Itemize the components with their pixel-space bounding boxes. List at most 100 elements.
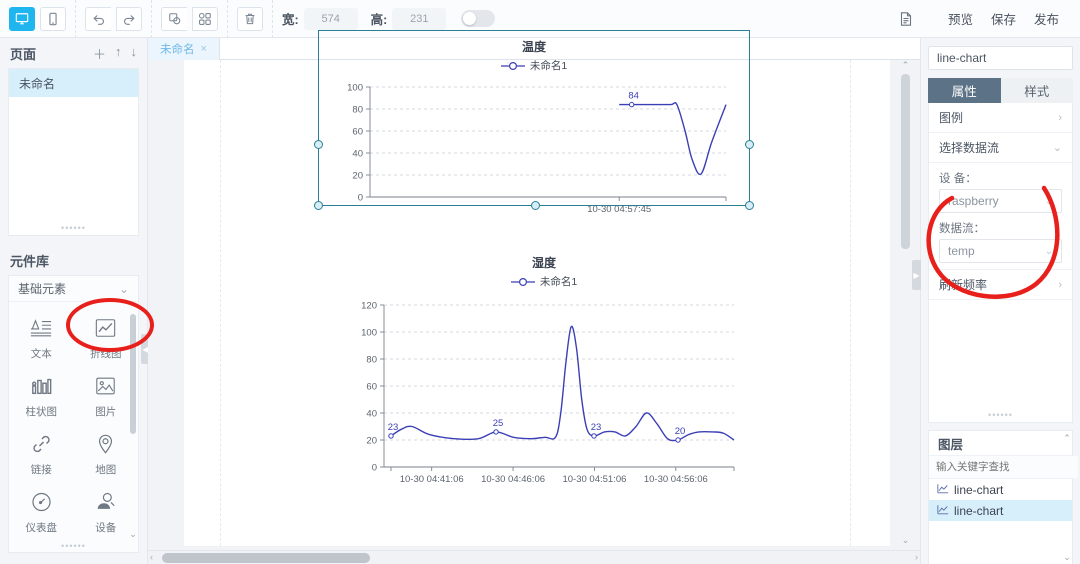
lock-toggle[interactable] bbox=[461, 10, 496, 27]
component-gauge[interactable]: 仪表盘 bbox=[9, 484, 74, 542]
component-label: 文本 bbox=[30, 348, 52, 360]
svg-text:10-30 04:56:06: 10-30 04:56:06 bbox=[644, 474, 708, 485]
chevron-right-icon: › bbox=[1058, 278, 1062, 291]
delete-group bbox=[228, 0, 273, 38]
link-icon bbox=[30, 433, 53, 458]
width-input[interactable] bbox=[303, 7, 358, 30]
stream-select[interactable]: temp ⌄ bbox=[939, 239, 1062, 263]
image-icon bbox=[94, 375, 117, 400]
pages-title: 页面 bbox=[10, 46, 37, 62]
chevron-down-icon: ⌄ bbox=[1052, 142, 1062, 154]
component-label: 柱状图 bbox=[25, 406, 58, 418]
chart-humidity[interactable]: 湿度 未命名1 0 20 40 60 80 100 120 10-30 04:41:06 10-… bbox=[334, 254, 754, 514]
library-scrollbar[interactable]: ⌃ ⌄ bbox=[129, 302, 137, 540]
scroll-up-icon[interactable]: ⌃ bbox=[901, 60, 910, 71]
arrow-down-icon[interactable]: ↓ bbox=[131, 44, 138, 63]
trash-icon[interactable] bbox=[237, 6, 263, 31]
canvas-vertical-scrollbar[interactable]: ⌃ ⌄ bbox=[901, 60, 910, 546]
selection-handle-bottom[interactable] bbox=[531, 201, 540, 210]
selection-frame[interactable] bbox=[318, 30, 750, 206]
component-text[interactable]: 文本 bbox=[9, 310, 74, 368]
undo-icon[interactable] bbox=[85, 6, 111, 31]
publish-button[interactable]: 发布 bbox=[1025, 5, 1068, 32]
library-box: 基础元素 ⌄ 文本 折线图 柱状图 图片 链接 地图 仪表盘 设备 ⌃ ⌄ ••… bbox=[8, 275, 139, 553]
preview-button[interactable]: 预览 bbox=[939, 5, 982, 32]
phone-icon[interactable] bbox=[40, 6, 66, 31]
group-icon[interactable] bbox=[161, 6, 187, 31]
page-item-label: 未命名 bbox=[19, 76, 56, 91]
chevron-down-icon: ⌄ bbox=[1044, 195, 1053, 207]
scroll-thumb[interactable] bbox=[901, 74, 910, 249]
resize-dots[interactable]: •••••• bbox=[9, 223, 138, 233]
library-category[interactable]: 基础元素 ⌄ bbox=[9, 276, 138, 302]
row-legend[interactable]: 图例 › bbox=[929, 103, 1072, 133]
chart-plot-area: 0 20 40 60 80 100 120 10-30 04:41:06 10-30 04:46… bbox=[334, 289, 754, 504]
layer-item[interactable]: line-chart bbox=[929, 479, 1072, 500]
layers-box: 图层 查找 line-chart line-char bbox=[928, 430, 1078, 564]
selection-handle-left[interactable] bbox=[314, 140, 323, 149]
height-input[interactable] bbox=[392, 7, 447, 30]
plus-icon[interactable]: ＋ bbox=[93, 44, 106, 63]
scroll-down-icon[interactable]: ⌄ bbox=[901, 535, 910, 546]
save-button[interactable]: 保存 bbox=[982, 5, 1025, 32]
scroll-thumb[interactable] bbox=[130, 314, 136, 434]
layers-scrollbar[interactable]: ⌃ ⌄ bbox=[1063, 433, 1071, 563]
guide-line-left bbox=[220, 60, 221, 546]
scroll-right-icon[interactable]: › bbox=[915, 552, 918, 562]
svg-text:40: 40 bbox=[366, 409, 377, 420]
tab-label: 未命名 bbox=[160, 44, 195, 56]
arrow-up-icon[interactable]: ↑ bbox=[115, 44, 122, 63]
tab-properties[interactable]: 属性 bbox=[928, 78, 1001, 103]
scroll-left-icon[interactable]: ‹ bbox=[150, 552, 153, 562]
svg-text:10-30 04:46:06: 10-30 04:46:06 bbox=[481, 474, 545, 485]
document-icon[interactable] bbox=[891, 6, 921, 32]
monitor-icon[interactable] bbox=[9, 6, 35, 31]
row-select-datastream[interactable]: 选择数据流 ⌄ bbox=[929, 133, 1072, 163]
gauge-icon bbox=[30, 491, 53, 516]
tab-untitled[interactable]: 未命名 × bbox=[148, 38, 220, 60]
svg-text:80: 80 bbox=[366, 355, 377, 366]
layers-search-input[interactable] bbox=[929, 456, 1078, 478]
row-refresh-frequency[interactable]: 刷新频率 › bbox=[929, 270, 1072, 300]
property-tabs: 属性 样式 bbox=[928, 78, 1073, 103]
scroll-down-icon[interactable]: ⌄ bbox=[1063, 552, 1071, 563]
component-bar-chart[interactable]: 柱状图 bbox=[9, 368, 74, 426]
redo-icon[interactable] bbox=[116, 6, 142, 31]
component-name-input[interactable] bbox=[928, 46, 1073, 70]
legend-label: 未命名1 bbox=[539, 276, 578, 288]
properties-box: 图例 › 选择数据流 ⌄ 设 备： raspberry ⌄ 数据流： temp … bbox=[928, 103, 1073, 423]
layers-search-row: 查找 bbox=[929, 455, 1078, 479]
library-resize-dots[interactable]: •••••• bbox=[9, 541, 138, 551]
component-label: 链接 bbox=[30, 464, 52, 476]
layer-item[interactable]: line-chart bbox=[929, 500, 1072, 521]
selection-handle-right[interactable] bbox=[745, 140, 754, 149]
bar-chart-icon bbox=[30, 375, 53, 400]
tab-style[interactable]: 样式 bbox=[1000, 78, 1073, 103]
properties-resize-dots[interactable]: •••••• bbox=[929, 410, 1072, 420]
scroll-thumb[interactable] bbox=[162, 553, 370, 563]
component-link[interactable]: 链接 bbox=[9, 426, 74, 484]
pages-header: 页面 ＋ ↑ ↓ bbox=[0, 38, 147, 68]
library-category-label: 基础元素 bbox=[18, 282, 67, 296]
right-panel: 属性 样式 图例 › 选择数据流 ⌄ 设 备： raspberry ⌄ 数据流： bbox=[912, 38, 1080, 564]
svg-text:100: 100 bbox=[361, 328, 377, 339]
device-select[interactable]: raspberry ⌄ bbox=[939, 189, 1062, 213]
design-canvas[interactable]: 温度 未命名1 0 20 40 60 80 100 10-30 04:57:45 84 bbox=[184, 30, 890, 546]
scroll-up-icon[interactable]: ⌃ bbox=[1063, 433, 1071, 444]
chevron-down-icon: ⌄ bbox=[1044, 245, 1053, 257]
right-panel-collapse-handle[interactable]: ▶ bbox=[912, 260, 921, 290]
ungroup-icon[interactable] bbox=[192, 6, 218, 31]
width-label: 宽: bbox=[282, 13, 299, 27]
selection-handle-bottom-left[interactable] bbox=[314, 201, 323, 210]
device-field-label: 设 备： bbox=[939, 173, 977, 185]
close-icon[interactable]: × bbox=[201, 43, 207, 55]
svg-text:60: 60 bbox=[366, 382, 377, 393]
selection-handle-bottom-right[interactable] bbox=[745, 201, 754, 210]
legend-marker-icon bbox=[510, 277, 535, 287]
canvas-horizontal-scrollbar[interactable]: ‹ › bbox=[148, 550, 920, 564]
chart-legend[interactable]: 未命名1 bbox=[334, 274, 754, 289]
page-item[interactable]: 未命名 bbox=[9, 69, 138, 97]
scroll-up-icon[interactable]: ⌃ bbox=[129, 302, 137, 313]
scroll-down-icon[interactable]: ⌄ bbox=[129, 529, 137, 540]
line-chart-icon bbox=[937, 504, 949, 518]
